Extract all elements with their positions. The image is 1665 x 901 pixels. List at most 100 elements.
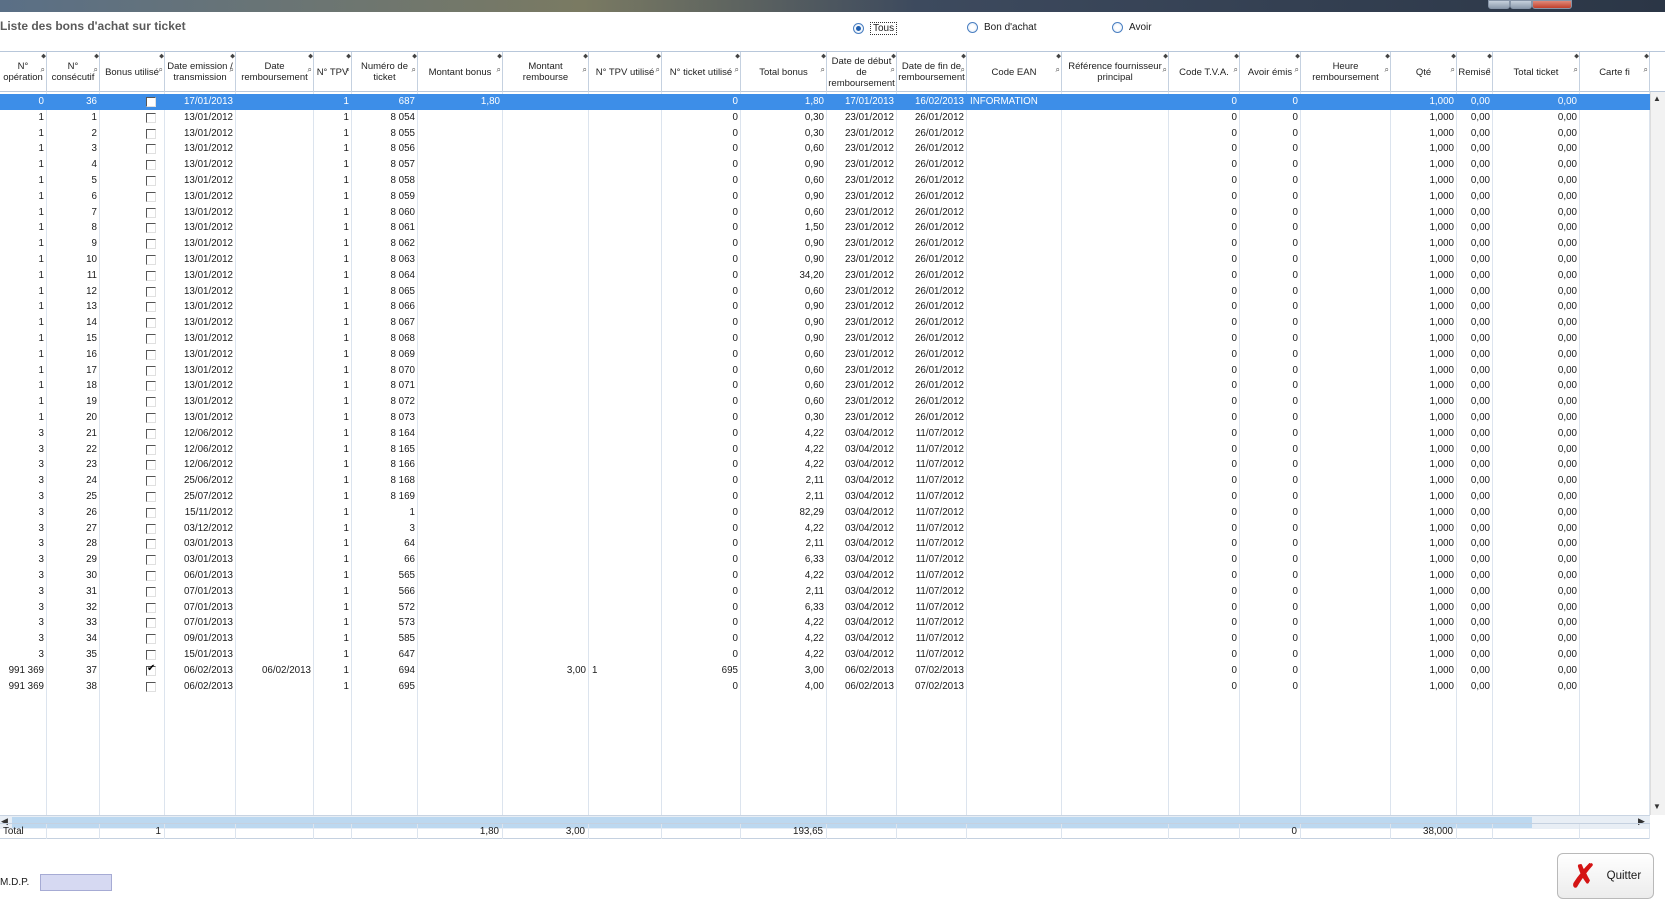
bonus-used-checkbox[interactable] xyxy=(146,365,156,376)
search-icon[interactable]: ⌕ xyxy=(735,64,739,75)
mdp-input[interactable] xyxy=(40,874,112,891)
column-header[interactable]: Référence fournisseur principal ⬥ ⌕ xyxy=(1062,52,1169,92)
bonus-used-checkbox[interactable] xyxy=(146,602,156,613)
column-header[interactable]: Date emission / transmission ⬥ ⌕ xyxy=(165,52,236,92)
bonus-used-checkbox[interactable] xyxy=(146,207,156,218)
column-header[interactable]: Numéro de ticket ⬥ ⌕ xyxy=(352,52,418,92)
search-icon[interactable]: ⌕ xyxy=(1644,64,1648,75)
table-row[interactable]: 1 6 13/01/2012 1 8 059 0 0,90 23/01/2012 26/01/2… xyxy=(0,189,1650,205)
sort-icon[interactable]: ⬥ xyxy=(230,51,235,62)
table-row[interactable]: 3 31 07/01/2013 1 566 0 2,11 03/04/2012 11/07/20… xyxy=(0,584,1650,600)
bonus-used-checkbox[interactable] xyxy=(146,539,156,550)
bonus-used-checkbox[interactable] xyxy=(146,191,156,202)
search-icon[interactable]: ⌕ xyxy=(1234,64,1238,75)
search-icon[interactable]: ⌕ xyxy=(1385,64,1389,75)
sort-icon[interactable]: ⬥ xyxy=(308,51,313,62)
table-row[interactable]: 3 26 15/11/2012 1 1 0 82,29 03/04/2012 11/07/201… xyxy=(0,505,1650,521)
bonus-used-checkbox[interactable] xyxy=(146,586,156,597)
column-header[interactable]: Remise ⬥ ⌕ xyxy=(1457,52,1493,92)
search-icon[interactable]: ⌕ xyxy=(497,64,501,75)
filter-bon-achat[interactable]: Bon d'achat xyxy=(967,22,1037,33)
column-header[interactable]: N° ticket utilisé ⬥ ⌕ xyxy=(662,52,741,92)
radio-icon[interactable] xyxy=(1112,22,1123,33)
table-row[interactable]: 1 9 13/01/2012 1 8 062 0 0,90 23/01/2012 26/01/2… xyxy=(0,236,1650,252)
table-row[interactable]: 991 369 37 06/02/2013 06/02/2013 1 694 3,00 1 69… xyxy=(0,663,1650,679)
search-icon[interactable]: ⌕ xyxy=(1295,64,1299,75)
table-row[interactable]: 3 35 15/01/2013 1 647 0 4,22 03/04/2012 11/07/20… xyxy=(0,647,1650,663)
table-row[interactable]: 1 17 13/01/2012 1 8 070 0 0,60 23/01/2012 26/01/… xyxy=(0,363,1650,379)
column-header[interactable]: N° consécutif ⬥ ⌕ xyxy=(47,52,100,92)
minimize-window-button[interactable] xyxy=(1488,0,1510,9)
maximize-window-button[interactable] xyxy=(1510,0,1532,9)
sort-icon[interactable]: ⬥ xyxy=(497,51,502,62)
column-header[interactable]: Qté ⬥ ⌕ xyxy=(1391,52,1457,92)
table-row[interactable]: 1 10 13/01/2012 1 8 063 0 0,90 23/01/2012 26/01/… xyxy=(0,252,1650,268)
table-row[interactable]: 1 18 13/01/2012 1 8 071 0 0,60 23/01/2012 26/01/… xyxy=(0,378,1650,394)
sort-icon[interactable]: ⬥ xyxy=(1056,51,1061,62)
table-row[interactable]: 1 11 13/01/2012 1 8 064 0 34,20 23/01/2012 26/01… xyxy=(0,268,1650,284)
search-icon[interactable]: ⌕ xyxy=(412,64,416,75)
column-header[interactable]: Montant rembourse ⬥ ⌕ xyxy=(503,52,589,92)
bonus-used-checkbox[interactable] xyxy=(146,555,156,566)
sort-icon[interactable]: ⬥ xyxy=(891,51,896,62)
search-icon[interactable]: ⌕ xyxy=(1056,64,1060,75)
search-icon[interactable]: ⌕ xyxy=(308,64,312,75)
search-icon[interactable]: ⌕ xyxy=(891,64,895,75)
sort-icon[interactable]: ⬥ xyxy=(1574,51,1579,62)
search-icon[interactable]: ⌕ xyxy=(1574,64,1578,75)
table-row[interactable]: 3 22 12/06/2012 1 8 165 0 4,22 03/04/2012 11/07/… xyxy=(0,442,1650,458)
bonus-used-checkbox[interactable] xyxy=(146,681,156,692)
sort-icon[interactable]: ⬥ xyxy=(94,51,99,62)
sort-icon[interactable]: ⬥ xyxy=(41,51,46,62)
sort-icon[interactable]: ⬥ xyxy=(346,51,351,62)
table-row[interactable]: 3 30 06/01/2013 1 565 0 4,22 03/04/2012 11/07/20… xyxy=(0,568,1650,584)
sort-icon[interactable]: ⬥ xyxy=(1234,51,1239,62)
column-header[interactable]: Bonus utilisé ⬥ ⌕ xyxy=(100,52,165,92)
bonus-used-checkbox[interactable] xyxy=(146,223,156,234)
scroll-down-icon[interactable]: ▼ xyxy=(1653,802,1661,811)
search-icon[interactable]: ⌕ xyxy=(41,64,45,75)
search-icon[interactable]: ⌕ xyxy=(656,64,660,75)
sort-icon[interactable]: ⬥ xyxy=(1163,51,1168,62)
table-row[interactable]: 3 27 03/12/2012 1 3 0 4,22 03/04/2012 11/07/2012… xyxy=(0,521,1650,537)
table-row[interactable]: 1 3 13/01/2012 1 8 056 0 0,60 23/01/2012 26/01/2… xyxy=(0,141,1650,157)
table-row[interactable]: 1 20 13/01/2012 1 8 073 0 0,30 23/01/2012 26/01/… xyxy=(0,410,1650,426)
bonus-used-checkbox[interactable] xyxy=(146,176,156,186)
sort-icon[interactable]: ⬥ xyxy=(412,51,417,62)
table-row[interactable]: 3 33 07/01/2013 1 573 0 4,22 03/04/2012 11/07/20… xyxy=(0,615,1650,631)
scroll-up-icon[interactable]: ▲ xyxy=(1653,94,1661,103)
search-icon[interactable]: ⌕ xyxy=(961,64,965,75)
radio-icon[interactable] xyxy=(967,22,978,33)
sort-icon[interactable]: ⬥ xyxy=(735,51,740,62)
sort-icon[interactable]: ⬥ xyxy=(1295,51,1300,62)
column-header[interactable]: Date remboursement ⬥ ⌕ xyxy=(236,52,314,92)
filter-avoir[interactable]: Avoir xyxy=(1112,22,1152,33)
column-header[interactable]: N° opération ⬥ ⌕ xyxy=(0,52,47,92)
column-header[interactable]: Heure remboursement ⬥ ⌕ xyxy=(1301,52,1391,92)
bonus-used-checkbox[interactable] xyxy=(146,397,156,408)
quit-button[interactable]: ✗ Quitter xyxy=(1557,853,1654,899)
table-row[interactable]: 1 4 13/01/2012 1 8 057 0 0,90 23/01/2012 26/01/2… xyxy=(0,157,1650,173)
bonus-used-checkbox[interactable] xyxy=(146,318,156,329)
table-row[interactable]: 1 19 13/01/2012 1 8 072 0 0,60 23/01/2012 26/01/… xyxy=(0,394,1650,410)
search-icon[interactable]: ⌕ xyxy=(230,64,234,75)
column-header[interactable]: Total bonus ⬥ ⌕ xyxy=(741,52,827,92)
close-window-button[interactable] xyxy=(1532,0,1572,9)
column-header[interactable]: Code T.V.A. ⬥ ⌕ xyxy=(1169,52,1240,92)
bonus-used-checkbox[interactable] xyxy=(146,663,156,676)
column-header[interactable]: Montant bonus ⬥ ⌕ xyxy=(418,52,503,92)
bonus-used-checkbox[interactable] xyxy=(146,492,156,502)
table-row[interactable]: 1 7 13/01/2012 1 8 060 0 0,60 23/01/2012 26/01/2… xyxy=(0,205,1650,221)
vertical-scrollbar[interactable]: ▲ ▼ xyxy=(1650,92,1665,815)
bonus-used-checkbox[interactable] xyxy=(146,302,156,313)
sort-icon[interactable]: ⬥ xyxy=(1487,51,1492,62)
search-icon[interactable]: ⌕ xyxy=(346,64,350,75)
bonus-used-checkbox[interactable] xyxy=(146,650,156,660)
table-row[interactable]: 3 28 03/01/2013 1 64 0 2,11 03/04/2012 11/07/201… xyxy=(0,536,1650,552)
table-row[interactable]: 1 2 13/01/2012 1 8 055 0 0,30 23/01/2012 26/01/2… xyxy=(0,126,1650,142)
table-row[interactable]: 3 21 12/06/2012 1 8 164 0 4,22 03/04/2012 11/07/… xyxy=(0,426,1650,442)
sort-icon[interactable]: ⬥ xyxy=(159,51,164,62)
bonus-used-checkbox[interactable] xyxy=(146,618,156,629)
search-icon[interactable]: ⌕ xyxy=(821,64,825,75)
bonus-used-checkbox[interactable] xyxy=(146,381,156,392)
